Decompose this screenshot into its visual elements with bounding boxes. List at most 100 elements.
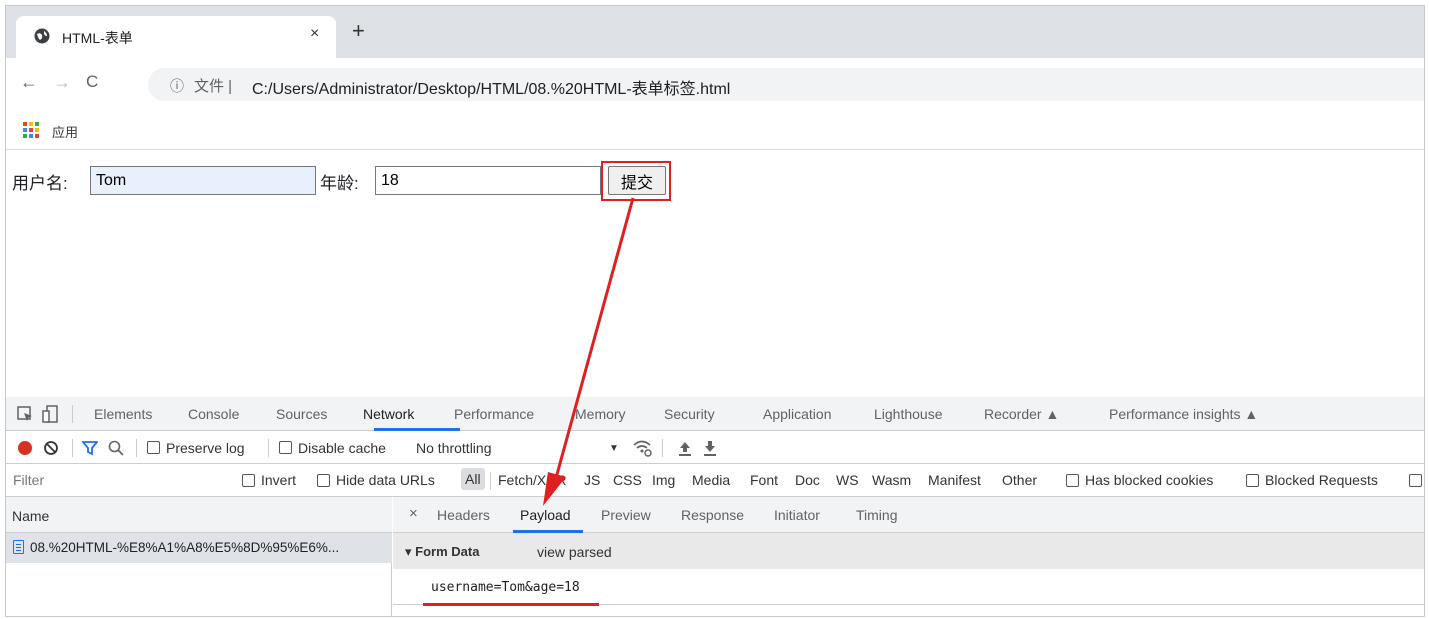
search-icon[interactable]: [108, 440, 124, 456]
divider: [268, 439, 269, 457]
divider: [72, 405, 73, 423]
browser-toolbar: ← → C ⓘ 文件 | C:/Users/Administrator/Desk…: [6, 58, 1424, 108]
detail-tabbar: × Headers Payload Preview Response Initi…: [393, 497, 1424, 533]
page-content: 用户名: 年龄: 提交: [6, 151, 1424, 397]
export-har-icon[interactable]: [703, 440, 717, 456]
view-parsed-link[interactable]: view parsed: [537, 544, 612, 560]
inspect-element-icon[interactable]: [16, 405, 34, 423]
hide-data-urls-checkbox[interactable]: [317, 474, 330, 487]
invert-checkbox[interactable]: [242, 474, 255, 487]
tab-recorder[interactable]: Recorder ▲: [984, 406, 1059, 422]
request-list: Name 08.%20HTML-%E8%A1%A8%E5%8D%95%E6%..…: [6, 497, 392, 616]
filter-type-media[interactable]: Media: [692, 472, 730, 488]
name-header-label: Name: [12, 508, 50, 524]
clear-icon[interactable]: [43, 440, 59, 456]
preserve-log-checkbox[interactable]: [147, 441, 160, 454]
filter-type-css[interactable]: CSS: [613, 472, 642, 488]
name-column-header[interactable]: Name: [6, 497, 392, 533]
bookmarks-bar: 应用: [6, 108, 1424, 150]
filter-type-font[interactable]: Font: [750, 472, 778, 488]
filter-type-fetch-xhr[interactable]: Fetch/XHR: [498, 472, 566, 488]
tab-console[interactable]: Console: [188, 406, 239, 422]
network-toolbar: Preserve log Disable cache No throttling…: [6, 431, 1424, 464]
invert-label: Invert: [261, 472, 297, 488]
filter-type-ws[interactable]: WS: [836, 472, 859, 488]
disable-cache-checkbox[interactable]: [279, 441, 292, 454]
tab-security[interactable]: Security: [664, 406, 715, 422]
tab-preview[interactable]: Preview: [601, 507, 651, 523]
import-har-icon[interactable]: [678, 440, 692, 456]
chevron-down-icon[interactable]: ▼: [609, 443, 619, 454]
preserve-log-label: Preserve log: [166, 440, 245, 456]
filter-input[interactable]: [8, 468, 228, 492]
throttling-select[interactable]: No throttling: [416, 440, 491, 456]
tab-lighthouse[interactable]: Lighthouse: [874, 406, 943, 422]
forward-button[interactable]: →: [53, 72, 71, 93]
globe-icon: [34, 28, 50, 44]
tab-elements[interactable]: Elements: [94, 406, 152, 422]
tab-initiator[interactable]: Initiator: [774, 507, 820, 523]
back-button[interactable]: ←: [20, 72, 38, 93]
bookmark-apps[interactable]: 应用: [52, 122, 78, 141]
has-blocked-cookies-label: Has blocked cookies: [1085, 472, 1214, 488]
username-label: 用户名:: [12, 174, 68, 193]
network-filter-bar: Invert Hide data URLs All Fetch/XHR JS C…: [6, 464, 1424, 497]
tab-application[interactable]: Application: [763, 406, 832, 422]
address-scheme-label: 文件 |: [194, 78, 233, 95]
submit-button[interactable]: 提交: [608, 166, 666, 195]
filter-type-other[interactable]: Other: [1002, 472, 1037, 488]
record-icon[interactable]: [18, 441, 32, 455]
device-toolbar-icon[interactable]: [42, 405, 60, 423]
has-blocked-cookies-checkbox[interactable]: [1066, 474, 1079, 487]
reload-button[interactable]: C: [86, 72, 98, 92]
close-detail-icon[interactable]: ×: [409, 505, 418, 522]
tab-performance[interactable]: Performance: [454, 406, 534, 422]
third-party-checkbox[interactable]: [1409, 474, 1422, 487]
tab-performance-insights[interactable]: Performance insights ▲: [1109, 406, 1258, 422]
tab-headers[interactable]: Headers: [437, 507, 490, 523]
filter-type-doc[interactable]: Doc: [795, 472, 820, 488]
filter-type-manifest[interactable]: Manifest: [928, 472, 981, 488]
apps-grid-icon[interactable]: [23, 122, 39, 138]
annotation-underline: [423, 603, 599, 606]
tab-sources[interactable]: Sources: [276, 406, 327, 422]
filter-type-img[interactable]: Img: [652, 472, 675, 488]
username-input[interactable]: [90, 166, 316, 195]
new-tab-button[interactable]: +: [352, 20, 365, 42]
browser-window: HTML-表单 × + ← → C ⓘ 文件 | C:/Users/Admini…: [5, 5, 1425, 617]
address-bar[interactable]: ⓘ 文件 | C:/Users/Administrator/Desktop/HT…: [148, 68, 1424, 101]
filter-icon[interactable]: [82, 440, 98, 456]
form-data-title: ▾ Form Data: [405, 544, 480, 559]
blocked-requests-label: Blocked Requests: [1265, 472, 1378, 488]
tab-response[interactable]: Response: [681, 507, 744, 523]
age-input[interactable]: [375, 166, 601, 195]
disable-cache-label: Disable cache: [298, 440, 386, 456]
tab-close-icon[interactable]: ×: [310, 25, 319, 43]
tab-timing[interactable]: Timing: [856, 507, 898, 523]
filter-type-js[interactable]: JS: [584, 472, 600, 488]
hide-data-urls-label: Hide data URLs: [336, 472, 435, 488]
blocked-requests-checkbox[interactable]: [1246, 474, 1259, 487]
tab-network[interactable]: Network: [363, 406, 414, 422]
age-label: 年龄:: [320, 174, 359, 193]
address-url[interactable]: C:/Users/Administrator/Desktop/HTML/08.%…: [252, 75, 730, 99]
tab-payload[interactable]: Payload: [520, 507, 571, 523]
divider: [490, 472, 491, 490]
form-data-body: username=Tom&age=18: [393, 569, 1424, 606]
filter-type-wasm[interactable]: Wasm: [872, 472, 911, 488]
browser-tab[interactable]: HTML-表单 ×: [16, 16, 336, 58]
tab-memory[interactable]: Memory: [575, 406, 626, 422]
network-conditions-icon[interactable]: [632, 439, 652, 457]
devtools-tabbar: Elements Console Sources Network Perform…: [6, 397, 1424, 431]
tab-title: HTML-表单: [62, 30, 133, 46]
filter-type-all[interactable]: All: [461, 468, 485, 490]
divider: [136, 439, 137, 457]
info-icon[interactable]: ⓘ: [170, 76, 184, 96]
request-row[interactable]: 08.%20HTML-%E8%A1%A8%E5%8D%95%E6%...: [6, 533, 392, 563]
raw-payload: username=Tom&age=18: [431, 580, 580, 595]
divider: [72, 439, 73, 457]
form-data-header[interactable]: ▾ Form Data view parsed: [393, 533, 1424, 569]
request-name: 08.%20HTML-%E8%A1%A8%E5%8D%95%E6%...: [30, 540, 340, 555]
document-icon: [13, 540, 24, 554]
network-body: Name 08.%20HTML-%E8%A1%A8%E5%8D%95%E6%..…: [6, 497, 1424, 616]
